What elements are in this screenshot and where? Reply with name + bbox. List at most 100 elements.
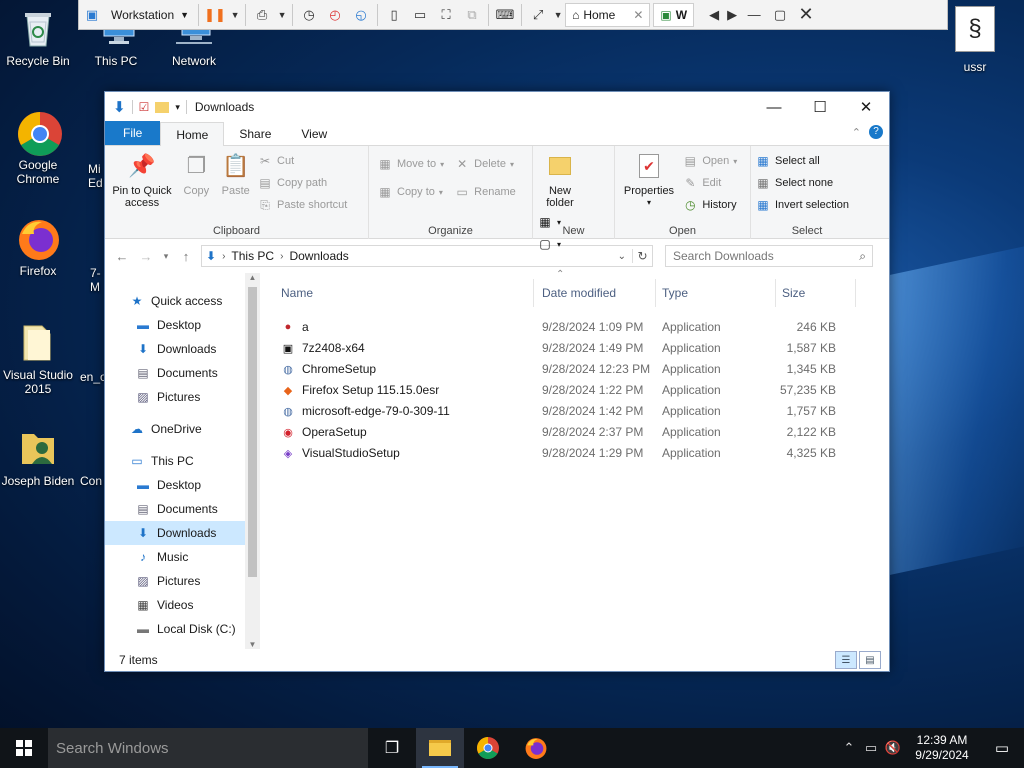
table-row[interactable]: ◆ Firefox Setup 115.15.0esr 9/28/2024 1:22… (280, 380, 836, 401)
table-row[interactable]: ◈ VisualStudioSetup 9/28/2024 1:29 PM Appli… (280, 443, 836, 464)
help-icon[interactable]: ? (869, 125, 883, 139)
desktop-icon-recycle-bin[interactable]: Recycle Bin (0, 6, 76, 68)
scroll-up-icon[interactable]: ▲ (245, 273, 260, 282)
customize-toolbar-icon[interactable]: ▾ (175, 102, 180, 113)
breadcrumb-downloads[interactable]: Downloads (289, 249, 348, 263)
column-header-date-modified[interactable]: Date modified (536, 279, 656, 307)
vm-tab-home[interactable]: ⌂ Home ✕ (565, 2, 651, 27)
refresh-icon[interactable]: ↻ (632, 249, 652, 263)
nav-pane-scrollbar[interactable]: ▲ ▼ (245, 273, 260, 649)
desktop-icon-google-chrome[interactable]: Google Chrome (0, 110, 76, 186)
delete-button[interactable]: ✕ Delete ▾ (454, 150, 516, 178)
chevron-up-icon[interactable]: ⌃ (838, 740, 860, 756)
close-icon[interactable]: ✕ (633, 8, 643, 22)
copy-button[interactable]: ❐ Copy (180, 150, 212, 198)
snapshot-manager-icon[interactable]: ◵ (348, 2, 374, 28)
paste-shortcut-button[interactable]: ⎘ Paste shortcut (257, 194, 347, 216)
vm-tab-workstation[interactable]: ▣ W (653, 2, 695, 27)
table-row[interactable]: ▣ 7z2408-x64 9/28/2024 1:49 PM Application 1… (280, 338, 836, 359)
properties-button[interactable]: ✔ Properties ▾ (621, 150, 677, 209)
cut-button[interactable]: ✂ Cut (257, 150, 347, 172)
nav-item[interactable]: ⬇ Downloads (105, 521, 260, 545)
chevron-down-icon[interactable]: ▼ (228, 2, 242, 28)
stretch-icon[interactable]: ⤢ (525, 2, 551, 28)
clock[interactable]: 12:39 AM 9/29/2024 (904, 733, 980, 763)
send-keys-icon[interactable]: ⎙ (249, 2, 275, 28)
nav-item[interactable]: ♪ Music (105, 545, 260, 569)
desktop-icon-firefox[interactable]: Firefox (0, 216, 76, 278)
maximize-icon[interactable]: ▢ (767, 2, 793, 28)
taskbar-search-box[interactable]: Search Windows (48, 728, 368, 768)
forward-arrow-icon[interactable]: → (137, 249, 155, 264)
close-icon[interactable]: ✕ (793, 2, 819, 28)
nav-item[interactable]: ▨Pictures✎ (105, 385, 260, 409)
close-button[interactable]: ✕ (843, 92, 889, 122)
console-icon[interactable]: ⌨ (492, 2, 518, 28)
table-row[interactable]: ◍ ChromeSetup 9/28/2024 12:23 PM Applicatio… (280, 359, 836, 380)
copy-to-button[interactable]: ▦ Copy to ▾ (377, 178, 444, 206)
tab-share[interactable]: Share (224, 123, 286, 145)
taskbar-firefox[interactable] (512, 728, 560, 768)
scroll-down-icon[interactable]: ▼ (245, 640, 260, 649)
volume-muted-icon[interactable]: 🔇 (882, 740, 904, 756)
scroll-tabs-right-icon[interactable]: ▶ (723, 2, 741, 28)
nav-item[interactable]: ☁ OneDrive (105, 417, 260, 441)
column-header-name[interactable]: Name (275, 279, 534, 307)
details-view-icon[interactable]: ☰ (835, 651, 857, 669)
thumbnail-view-icon[interactable]: ▭ (407, 2, 433, 28)
scrollbar-thumb[interactable] (248, 287, 257, 577)
address-history-icon[interactable]: ⌄ (618, 251, 626, 262)
desktop-icon-ussr[interactable]: § ussr (950, 6, 1000, 74)
desktop-icon-joseph-biden[interactable]: Joseph Biden (0, 426, 76, 488)
fullscreen-icon[interactable]: ⛶ (433, 2, 459, 28)
unity-icon[interactable]: ⧉ (459, 2, 485, 28)
table-row[interactable]: ◉ OperaSetup 9/28/2024 2:37 PM Application 2… (280, 422, 836, 443)
desktop-icon-visual-studio-2015[interactable]: Visual Studio 2015 (0, 320, 76, 396)
back-arrow-icon[interactable]: ← (113, 249, 131, 264)
collapse-ribbon-icon[interactable]: ⌃ (852, 126, 861, 139)
network-icon[interactable]: ▭ (860, 740, 882, 756)
nav-item[interactable]: ▬ Local Disk (C:) (105, 617, 260, 641)
column-header-size[interactable]: Size (776, 279, 856, 307)
breadcrumb-this-pc[interactable]: This PC (231, 249, 274, 263)
tab-file[interactable]: File (105, 121, 161, 145)
chevron-down-icon[interactable]: ▼ (551, 2, 565, 28)
select-all-button[interactable]: ▦ Select all (755, 150, 859, 172)
paste-button[interactable]: 📋 Paste (220, 150, 252, 198)
vm-name-dropdown[interactable]: Workstation ▼ (105, 8, 195, 22)
chevron-down-icon[interactable]: ▼ (275, 2, 289, 28)
recent-locations-icon[interactable]: ▾ (161, 251, 171, 262)
taskbar-chrome[interactable] (464, 728, 512, 768)
sidebar-view-icon[interactable]: ▯ (381, 2, 407, 28)
minimize-button[interactable]: — (751, 92, 797, 122)
new-folder-icon[interactable] (155, 101, 170, 113)
start-button[interactable] (0, 728, 48, 768)
table-row[interactable]: ● a 9/28/2024 1:09 PM Application 246 KB (280, 317, 836, 338)
invert-selection-button[interactable]: ▦ Invert selection (755, 194, 859, 216)
rename-button[interactable]: ▭ Rename (454, 178, 515, 206)
nav-item[interactable]: ⬇Downloads✎ (105, 337, 260, 361)
nav-item[interactable]: ▤Documents✎ (105, 361, 260, 385)
tab-home[interactable]: Home (160, 122, 225, 146)
pause-icon[interactable]: ❚❚ (202, 2, 228, 28)
revert-snapshot-icon[interactable]: ◴ (322, 2, 348, 28)
table-row[interactable]: ◍ microsoft-edge-79-0-309-11 9/28/2024 1:4… (280, 401, 836, 422)
task-view-button[interactable]: ❐ (368, 728, 416, 768)
move-to-button[interactable]: ▦ Move to ▾ (377, 150, 444, 178)
nav-item[interactable]: ▦ Videos (105, 593, 260, 617)
history-button[interactable]: ◷ History (682, 194, 737, 216)
large-icons-view-icon[interactable]: ▤ (859, 651, 881, 669)
maximize-button[interactable]: ☐ (797, 92, 843, 122)
vm-library-icon[interactable]: ▣ (79, 2, 105, 28)
tab-view[interactable]: View (286, 123, 342, 145)
properties-icon[interactable]: ☑ (139, 100, 150, 114)
nav-item[interactable]: ▤ Documents (105, 497, 260, 521)
open-button[interactable]: ▤ Open ▾ (682, 150, 738, 172)
scroll-tabs-left-icon[interactable]: ◀ (705, 2, 723, 28)
action-center-button[interactable]: ▭ (980, 739, 1024, 757)
nav-item[interactable]: ★ Quick access (105, 289, 260, 313)
pin-to-quick-access-button[interactable]: 📌 Pin to Quick access (111, 150, 173, 210)
minimize-icon[interactable]: — (741, 2, 767, 28)
taskbar-file-explorer[interactable] (416, 728, 464, 768)
select-none-button[interactable]: ▦ Select none (755, 172, 859, 194)
